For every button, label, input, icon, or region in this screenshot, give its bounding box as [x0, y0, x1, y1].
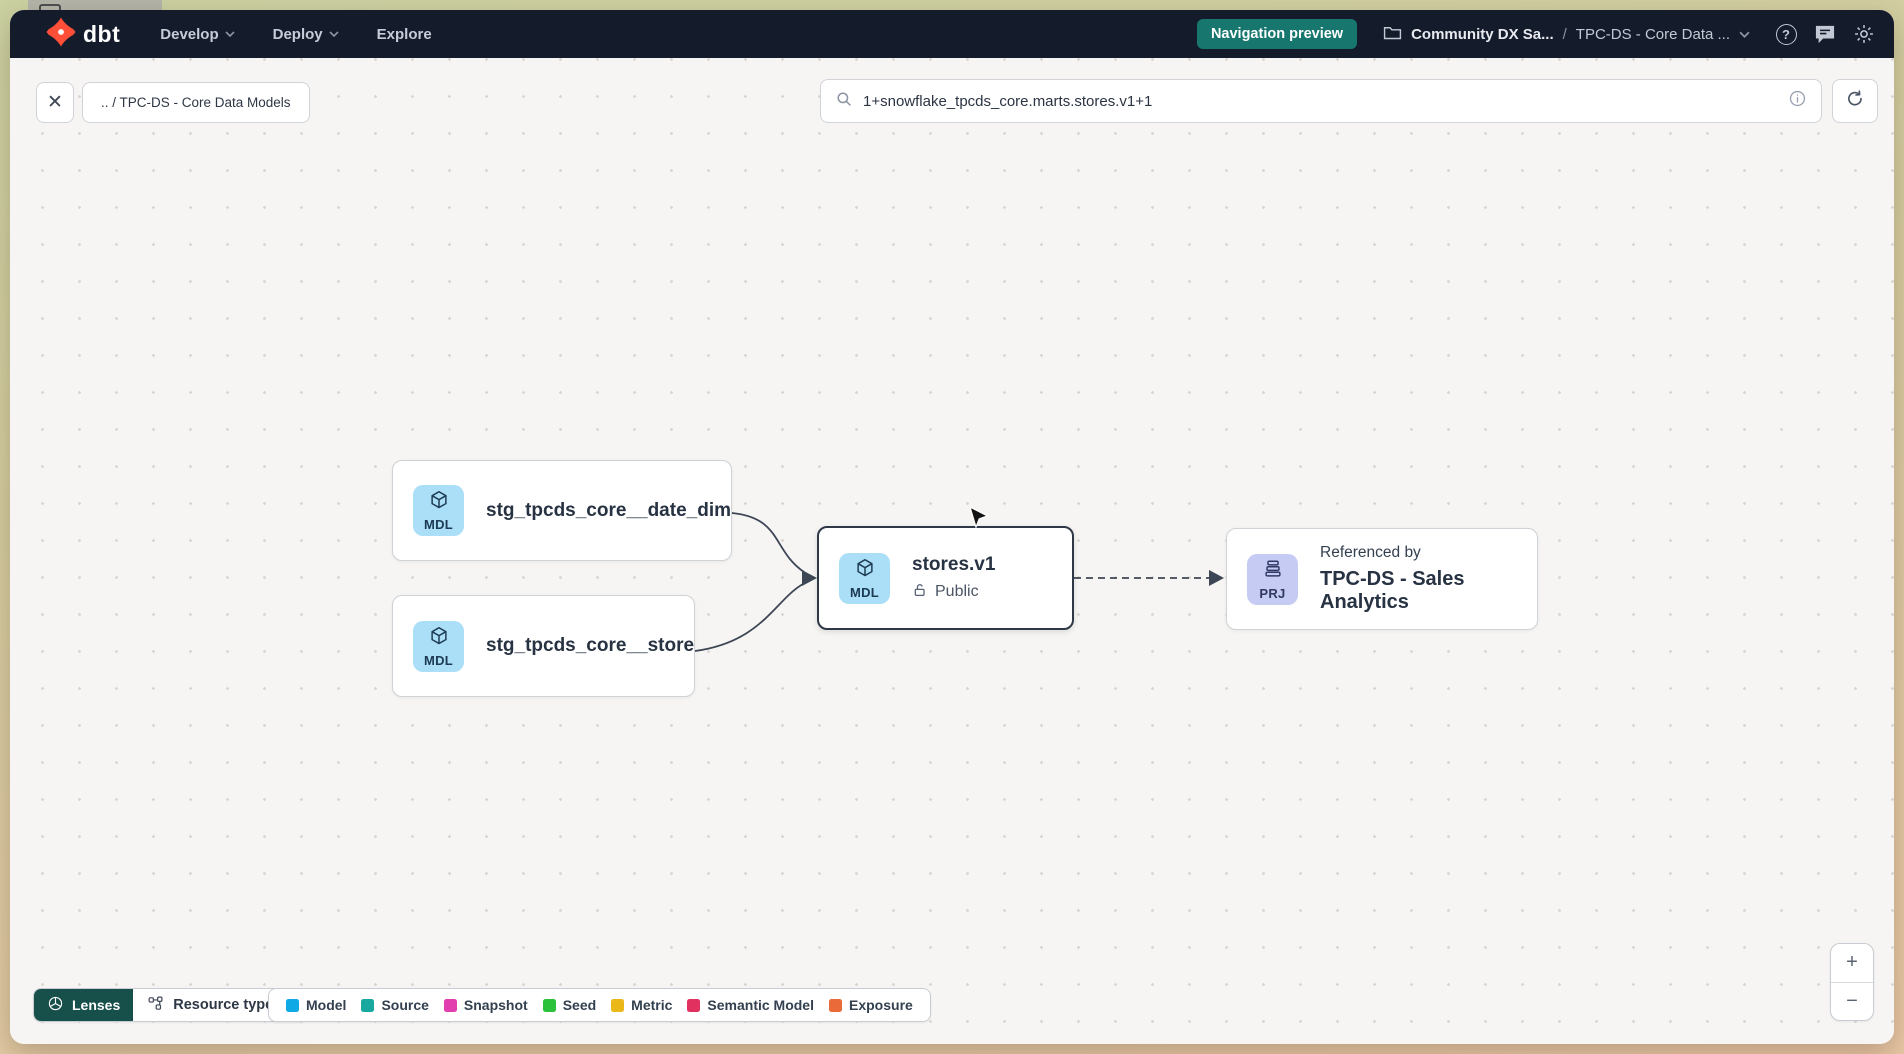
model-badge: MDL [839, 553, 890, 604]
lenses-button[interactable]: Lenses [34, 989, 133, 1021]
menu-develop[interactable]: Develop [160, 26, 234, 43]
legend-seed: Seed [543, 997, 596, 1013]
zoom-in-button[interactable]: + [1831, 944, 1873, 983]
snapshot-swatch [444, 999, 457, 1012]
legend-source: Source [361, 997, 428, 1013]
access-row: Public [912, 582, 995, 603]
referenced-by-label: Referenced by [1320, 544, 1537, 562]
model-swatch [286, 999, 299, 1012]
close-lineage-button[interactable]: ✕ [36, 82, 74, 123]
lens-icon [47, 995, 64, 1015]
chevron-down-icon [225, 31, 235, 37]
resource-legend: Model Source Snapshot Seed Metric [268, 988, 931, 1022]
lineage-path-chip[interactable]: .. / TPC-DS - Core Data Models [82, 82, 310, 123]
lineage-canvas[interactable]: ✕ .. / TPC-DS - Core Data Models [10, 58, 1894, 1044]
model-badge: MDL [413, 485, 464, 536]
access-label: Public [935, 583, 979, 601]
refresh-icon [1845, 89, 1865, 114]
source-swatch [361, 999, 374, 1012]
close-icon: ✕ [47, 91, 63, 114]
desktop: dbt Develop Deploy Explore Navigation pr… [0, 0, 1904, 1054]
legend-semantic-model: Semantic Model [687, 997, 814, 1013]
resource-type-icon [147, 995, 164, 1016]
lens-controls: Lenses Resource type [33, 988, 308, 1022]
unlock-icon [912, 582, 928, 603]
help-icon[interactable]: ? [1774, 22, 1798, 46]
settings-gear-icon[interactable] [1852, 22, 1876, 46]
dbt-logo-text: dbt [83, 21, 120, 48]
project-badge: PRJ [1247, 554, 1298, 605]
archive-stack-icon [1262, 558, 1284, 585]
node-stg-tpcds-core-date-dim[interactable]: MDL stg_tpcds_core__date_dim [392, 460, 732, 561]
search-icon [835, 90, 853, 113]
breadcrumb: Community DX Sa... / TPC-DS - Core Data … [1383, 24, 1750, 45]
seed-swatch [543, 999, 556, 1012]
dbt-logo[interactable]: dbt [46, 17, 120, 52]
refresh-lineage-button[interactable] [1832, 79, 1878, 123]
semantic-model-swatch [687, 999, 700, 1012]
zoom-controls: + − [1830, 943, 1874, 1021]
legend-exposure: Exposure [829, 997, 913, 1013]
navigation-preview-badge[interactable]: Navigation preview [1197, 19, 1357, 49]
node-tpcds-sales-analytics[interactable]: PRJ Referenced by TPC-DS - Sales Analyti… [1226, 528, 1538, 630]
chevron-down-icon[interactable] [1739, 31, 1750, 38]
breadcrumb-section[interactable]: TPC-DS - Core Data ... [1576, 26, 1730, 43]
breadcrumb-separator: / [1563, 26, 1567, 43]
cube-icon [428, 489, 450, 516]
model-badge: MDL [413, 621, 464, 672]
cube-icon [854, 557, 876, 584]
menu-explore[interactable]: Explore [377, 26, 432, 43]
top-navbar: dbt Develop Deploy Explore Navigation pr… [10, 10, 1894, 58]
dbt-app-window: dbt Develop Deploy Explore Navigation pr… [10, 10, 1894, 1044]
breadcrumb-project[interactable]: Community DX Sa... [1411, 26, 1554, 43]
node-title: stores.v1 [912, 554, 995, 576]
menu-deploy[interactable]: Deploy [273, 26, 339, 43]
exposure-swatch [829, 999, 842, 1012]
node-stores-v1[interactable]: MDL stores.v1 Public [817, 526, 1074, 630]
legend-snapshot: Snapshot [444, 997, 528, 1013]
cube-icon [428, 625, 450, 652]
legend-model: Model [286, 997, 346, 1013]
feedback-icon[interactable] [1813, 22, 1837, 46]
legend-metric: Metric [611, 997, 672, 1013]
lineage-selector-input[interactable] [863, 93, 1778, 110]
metric-swatch [611, 999, 624, 1012]
zoom-out-button[interactable]: − [1831, 983, 1873, 1021]
lineage-selector-input-wrap [820, 79, 1822, 123]
dbt-logo-icon [46, 17, 76, 52]
node-title: stg_tpcds_core__date_dim [486, 500, 731, 522]
node-title: stg_tpcds_core__store [486, 635, 694, 657]
chevron-down-icon [329, 31, 339, 37]
node-stg-tpcds-core-store[interactable]: MDL stg_tpcds_core__store [392, 595, 695, 697]
info-icon[interactable] [1788, 89, 1807, 113]
node-title: TPC-DS - Sales Analytics [1320, 568, 1537, 614]
folder-icon [1383, 24, 1402, 45]
